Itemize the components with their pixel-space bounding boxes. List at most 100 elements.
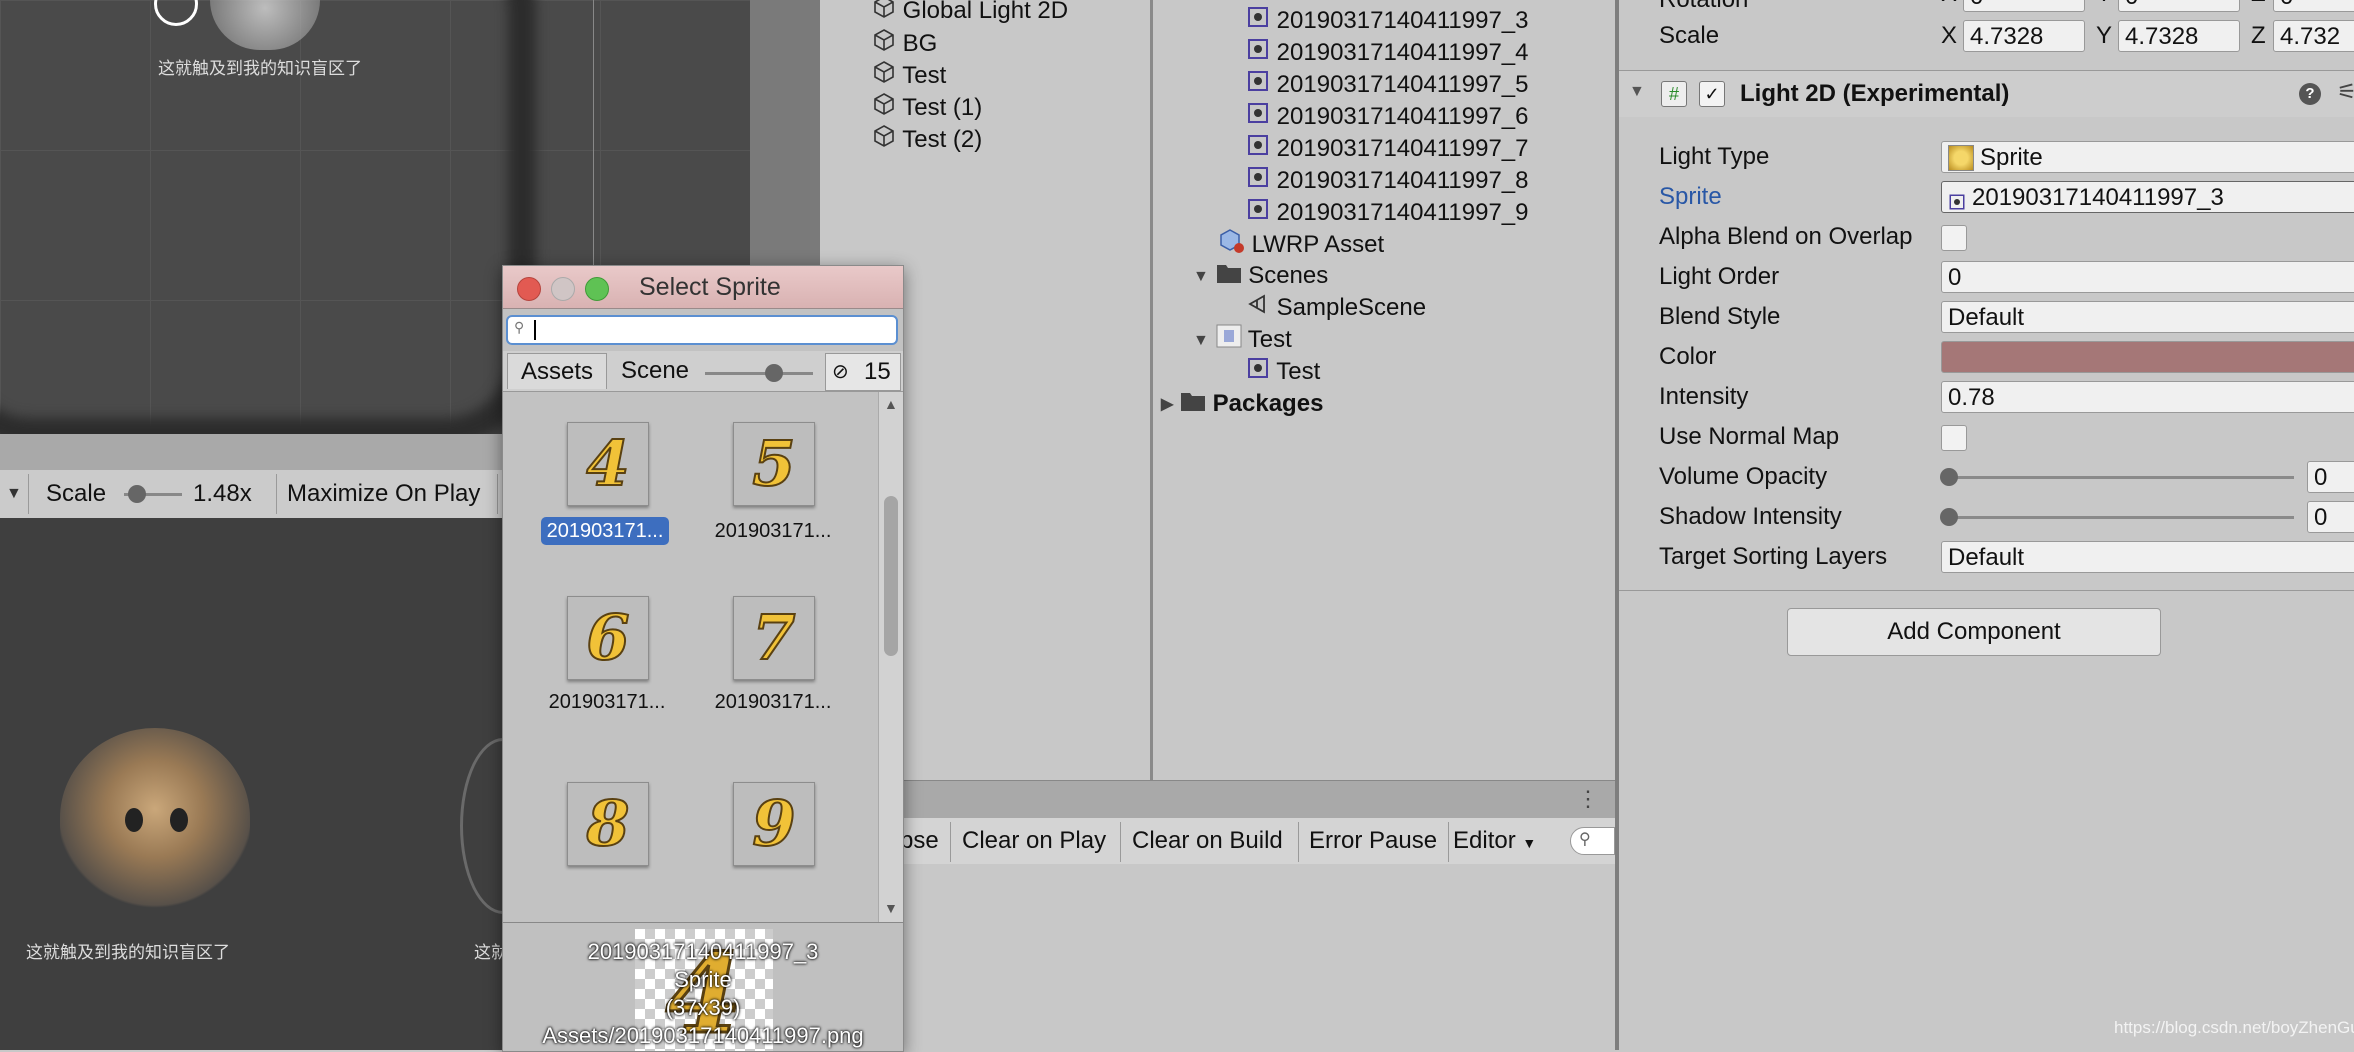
project-sprite-item[interactable]: 20190317140411997_6 (1246, 101, 1529, 133)
alpha-blend-checkbox[interactable] (1941, 225, 1967, 251)
project-sprite-item[interactable]: 20190317140411997_9 (1246, 197, 1529, 229)
sprite-thumbnail[interactable]: 6 (567, 596, 649, 680)
minimize-button[interactable] (551, 277, 575, 301)
target-sorting-dropdown[interactable]: Default (1941, 541, 2354, 573)
display-dropdown-arrow-icon[interactable]: ▼ (6, 470, 22, 518)
sprite-thumbnail-label[interactable]: 201903171... (537, 688, 677, 716)
expand-arrow-icon[interactable]: ▼ (1193, 325, 1209, 357)
blend-style-dropdown[interactable]: Default (1941, 301, 2354, 333)
hierarchy-item[interactable]: Test (2) (872, 124, 982, 156)
project-item-label: LWRP Asset (1251, 230, 1385, 258)
sprite-thumbnail[interactable]: 4 (567, 422, 649, 506)
shadow-intensity-input[interactable]: 0 (2307, 501, 2354, 533)
sprite-thumbnail[interactable]: 8 (567, 782, 649, 866)
add-component-button[interactable]: Add Component (1787, 608, 2161, 656)
use-normal-map-checkbox[interactable] (1941, 425, 1967, 451)
preview-type: Sprite (674, 967, 732, 992)
rotation-x-field[interactable]: X 0 Y 0 Z 0 (1941, 0, 2354, 12)
project-sprite-item[interactable]: 20190317140411997_3 (1246, 5, 1529, 37)
picker-tab-bar: Assets Scene ⊘ 15 (503, 351, 903, 392)
thumbnail-size-knob[interactable] (765, 364, 783, 382)
shadow-intensity-slider[interactable] (1949, 516, 2294, 519)
console-log-area[interactable] (900, 864, 1615, 1050)
sprite-thumbnail[interactable]: 7 (733, 596, 815, 680)
sprite-thumbnail-label[interactable]: 201903171... (541, 517, 669, 545)
hierarchy-item[interactable]: Test (1) (872, 92, 982, 124)
thumbnail-digit: 8 (585, 786, 630, 861)
sprite-thumbnail-label[interactable]: 201903171... (703, 517, 843, 545)
project-sprite-item[interactable]: 20190317140411997_7 (1246, 133, 1529, 165)
volume-opacity-input[interactable]: 0 (2307, 461, 2354, 493)
gameobject-cube-icon (872, 28, 896, 61)
sprite-thumbnail[interactable]: 9 (733, 782, 815, 866)
error-pause-button[interactable]: Error Pause (1309, 818, 1437, 864)
thumbnail-size-slider[interactable] (705, 364, 813, 382)
clear-on-build-button[interactable]: Clear on Build (1132, 818, 1283, 864)
project-lwrp-item[interactable]: LWRP Asset (1219, 228, 1384, 260)
sprite-thumbnail-label[interactable]: 201903171... (703, 688, 843, 716)
picker-title-bar[interactable]: Select Sprite (503, 266, 903, 309)
light-order-input[interactable]: 0 (1941, 261, 2354, 293)
hierarchy-item[interactable]: BG (872, 28, 937, 60)
volume-opacity-slider[interactable] (1949, 476, 2294, 479)
help-icon[interactable]: ? (2299, 83, 2321, 105)
kebab-menu-icon[interactable]: ⋮ (1577, 787, 1599, 811)
project-folder-packages[interactable]: ▶ Packages (1161, 388, 1323, 420)
scroll-up-arrow-icon[interactable]: ▲ (884, 396, 898, 412)
volume-opacity-knob[interactable] (1940, 468, 1958, 486)
intensity-input[interactable]: 0.78 (1941, 381, 2354, 413)
hierarchy-item[interactable]: Global Light 2D (872, 0, 1068, 27)
zoom-button[interactable] (585, 277, 609, 301)
tab-scene[interactable]: Scene (609, 353, 701, 389)
clear-on-play-button[interactable]: Clear on Play (962, 818, 1106, 864)
divider (276, 474, 277, 514)
component-foldout-icon[interactable]: ▼ (1629, 83, 1645, 101)
collapse-button[interactable]: pse (900, 818, 939, 864)
picker-search-input[interactable]: ⚲ (506, 315, 898, 345)
scale-z-input[interactable]: 4.732 (2273, 20, 2354, 52)
picker-scrollbar[interactable]: ▲ ▼ (878, 392, 903, 922)
expand-arrow-icon[interactable]: ▼ (1193, 261, 1209, 293)
project-sprite-item[interactable]: 20190317140411997_4 (1246, 37, 1529, 69)
maximize-on-play-button[interactable]: Maximize On Play (287, 470, 480, 518)
console-search-input[interactable]: ⚲ (1570, 827, 1615, 855)
project-item-label: 20190317140411997_4 (1276, 39, 1529, 66)
scale-slider[interactable] (124, 485, 182, 503)
axis-y-label: Y (2096, 0, 2112, 8)
rotation-y-input[interactable]: 0 (2118, 0, 2240, 12)
presets-icon[interactable]: ⚟ (2337, 79, 2354, 105)
component-enabled-checkbox[interactable]: ✓ (1699, 81, 1725, 107)
scale-x-input[interactable]: 4.7328 (1963, 20, 2085, 52)
scale-label: Scale (46, 480, 107, 507)
color-swatch[interactable] (1941, 341, 2354, 373)
shadow-intensity-knob[interactable] (1940, 508, 1958, 526)
game-caption: 这就触及到我的知识盲区了 (26, 943, 230, 963)
hidden-packages-toggle[interactable]: ⊘ 15 (825, 353, 901, 391)
scroll-down-arrow-icon[interactable]: ▼ (884, 900, 898, 916)
project-item-label: Test (1276, 358, 1321, 385)
axis-z-label: Z (2251, 22, 2266, 49)
component-header[interactable]: ▼ # ✓ Light 2D (Experimental) ? ⚟ (1619, 70, 2354, 117)
editor-dropdown[interactable]: Editor ▼ (1453, 818, 1536, 864)
project-sprite-item[interactable]: 20190317140411997_5 (1246, 69, 1529, 101)
rotation-x-input[interactable]: 0 (1963, 0, 2085, 12)
rotation-z-input[interactable]: 0 (2273, 0, 2354, 12)
light-type-dropdown[interactable]: Sprite (1941, 141, 2354, 173)
scale-slider-knob[interactable] (128, 485, 146, 503)
scrollbar-thumb[interactable] (884, 496, 898, 656)
hierarchy-item[interactable]: Test (872, 60, 946, 92)
project-scene-item[interactable]: SampleScene (1246, 292, 1426, 324)
sprite-thumbnail[interactable]: 5 (733, 422, 815, 506)
sprite-object-field[interactable]: 20190317140411997_3 (1941, 181, 2354, 213)
expand-arrow-icon[interactable]: ▶ (1161, 389, 1173, 421)
project-folder-test[interactable]: ▼ Test (1193, 324, 1292, 356)
game-view[interactable]: 这就触及到我的知识盲区了 这就 (0, 518, 505, 1050)
project-sprite-item[interactable]: 20190317140411997_8 (1246, 165, 1529, 197)
project-sprite-item[interactable]: Test (1246, 356, 1320, 388)
close-button[interactable] (517, 277, 541, 301)
project-folder-scenes[interactable]: ▼ Scenes (1193, 260, 1328, 292)
tab-assets[interactable]: Assets (507, 353, 607, 389)
scale-y-input[interactable]: 4.7328 (2118, 20, 2240, 52)
gameobject-cube-icon (872, 92, 896, 125)
scale-value: 1.48x (193, 480, 252, 507)
